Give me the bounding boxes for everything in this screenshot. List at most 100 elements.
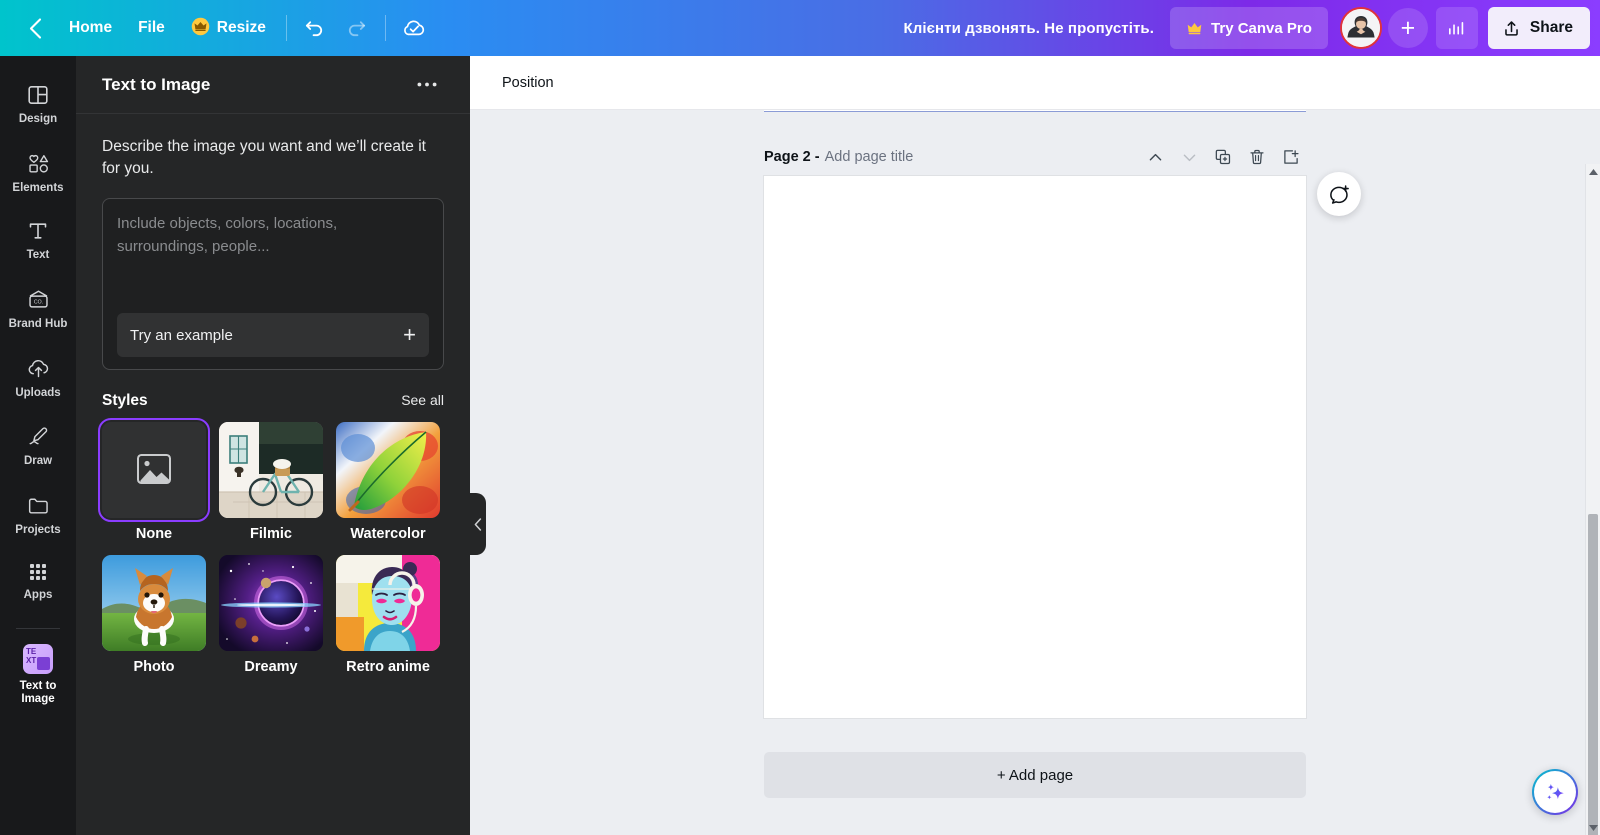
back-button[interactable] — [14, 7, 56, 49]
sidebar-item-draw[interactable]: Draw — [2, 415, 74, 475]
scroll-down-button[interactable] — [1586, 820, 1600, 835]
text-to-image-panel: Text to Image Describe the image you wan… — [76, 56, 470, 835]
scroll-up-button[interactable] — [1586, 164, 1600, 179]
chevron-up-icon — [1149, 153, 1161, 160]
share-label: Share — [1529, 19, 1573, 36]
try-an-example-label: Try an example — [130, 326, 233, 344]
corgi-grass-photo — [102, 555, 206, 652]
file-menu-button[interactable]: File — [125, 8, 178, 48]
scrollbar-thumb[interactable] — [1588, 514, 1598, 835]
style-thumb-none — [98, 418, 210, 522]
add-page-icon — [1284, 150, 1299, 164]
resize-button[interactable]: Resize — [178, 8, 279, 48]
home-button[interactable]: Home — [56, 8, 125, 48]
try-canva-pro-button[interactable]: Try Canva Pro — [1170, 7, 1328, 49]
style-option-dreamy[interactable]: Dreamy — [219, 555, 323, 676]
sidebar-item-elements[interactable]: Elements — [2, 142, 74, 202]
svg-text:CO.: CO. — [33, 299, 42, 305]
caret-up-icon — [1588, 168, 1598, 175]
text-t-icon — [29, 223, 47, 239]
move-page-up-button[interactable] — [1140, 142, 1170, 172]
invite-members-button[interactable]: + — [1387, 8, 1428, 48]
panel-description: Describe the image you want and we’ll cr… — [102, 138, 426, 177]
chevron-left-icon — [474, 517, 482, 531]
canvas-scroll-area[interactable]: Page 2 - Add page title + Add page — [470, 110, 1600, 835]
sidebar-item-uploads[interactable]: Uploads — [2, 347, 74, 407]
text-to-image-icon-t1: TE — [26, 647, 37, 657]
move-page-down-button[interactable] — [1174, 142, 1204, 172]
editor-body: Design Elements Text CO. Brand Hub Uploa… — [0, 56, 1600, 835]
styles-see-all-button[interactable]: See all — [401, 392, 444, 408]
prompt-box[interactable]: Include objects, colors, locations, surr… — [102, 198, 444, 370]
sidebar-item-apps[interactable]: Apps — [2, 552, 74, 609]
file-label: File — [138, 19, 165, 36]
styles-title: Styles — [102, 392, 148, 409]
share-button[interactable]: Share — [1487, 7, 1590, 49]
trash-icon — [1250, 149, 1264, 165]
brand-hub-icon: CO. — [28, 290, 48, 308]
sidebar-item-text-to-image[interactable]: TE XT Text to Image — [2, 635, 74, 712]
panel-header: Text to Image — [76, 56, 470, 114]
sidebar-item-text[interactable]: Text — [2, 210, 74, 269]
canvas-scrollbar[interactable] — [1585, 164, 1600, 835]
plus-icon: + — [1400, 13, 1416, 42]
style-option-watercolor[interactable]: Watercolor — [336, 422, 440, 543]
editor-area: Position Page 2 - Add page title + Add p… — [470, 56, 1600, 835]
undo-button[interactable] — [294, 7, 336, 49]
crown-icon — [1187, 22, 1202, 34]
style-option-photo[interactable]: Photo — [102, 555, 206, 676]
upload-cloud-icon — [28, 359, 48, 377]
design-layout-icon — [28, 85, 48, 104]
style-label: Filmic — [250, 526, 292, 542]
delete-page-button[interactable] — [1242, 142, 1272, 172]
sidebar-item-design[interactable]: Design — [2, 74, 74, 133]
try-canva-pro-label: Try Canva Pro — [1211, 19, 1312, 37]
duplicate-page-button[interactable] — [1208, 142, 1238, 172]
placeholder-image-icon — [102, 422, 206, 518]
prompt-input[interactable]: Include objects, colors, locations, surr… — [117, 213, 429, 313]
style-thumb-dreamy — [219, 555, 323, 652]
home-label: Home — [69, 19, 113, 36]
leaf-watercolor — [336, 422, 440, 518]
sidebar-item-label: Apps — [23, 589, 53, 602]
left-rail: Design Elements Text CO. Brand Hub Uploa… — [0, 56, 76, 835]
page-canvas[interactable] — [764, 176, 1306, 718]
ai-assistant-button[interactable] — [1532, 769, 1578, 815]
more-horizontal-icon — [417, 82, 437, 87]
try-an-example-button[interactable]: Try an example + — [117, 313, 429, 357]
sidebar-item-label: Elements — [12, 181, 64, 194]
position-button[interactable]: Position — [490, 65, 566, 101]
style-option-filmic[interactable]: Filmic — [219, 422, 323, 543]
previous-page-edge — [764, 110, 1306, 112]
panel-more-button[interactable] — [410, 68, 444, 102]
redo-button[interactable] — [336, 7, 378, 49]
folder-icon — [28, 498, 48, 514]
elements-shapes-icon — [28, 154, 48, 173]
style-thumb-photo — [102, 555, 206, 652]
sidebar-item-label: Design — [18, 113, 58, 125]
avatar[interactable] — [1339, 7, 1382, 49]
bicycle-wall-photo — [219, 422, 323, 518]
collapse-panel-button[interactable] — [470, 493, 486, 555]
panel-body: Describe the image you want and we’ll cr… — [76, 114, 470, 835]
page-title-input[interactable]: Add page title — [825, 149, 914, 165]
saved-to-cloud-button[interactable] — [393, 7, 435, 49]
style-label: Dreamy — [244, 659, 298, 676]
insights-button[interactable] — [1435, 7, 1478, 49]
style-option-none[interactable]: None — [98, 418, 210, 543]
avatar-photo-icon — [1341, 9, 1380, 47]
space-planet-art — [219, 555, 323, 652]
style-option-retro-anime[interactable]: Retro anime — [336, 555, 440, 676]
duplicate-icon — [1215, 149, 1231, 165]
add-comment-button[interactable] — [1317, 172, 1361, 216]
sidebar-item-brand-hub[interactable]: CO. Brand Hub — [2, 278, 74, 338]
plus-icon: + — [403, 322, 416, 347]
add-page-button[interactable] — [1276, 142, 1306, 172]
add-page-wide-button[interactable]: + Add page — [764, 752, 1306, 798]
canva-editor-window: Home File Resize Клієнти дзвонять. Не пр… — [0, 0, 1600, 835]
grid-apps-icon — [30, 564, 46, 581]
canvas-inner: Page 2 - Add page title + Add page — [470, 110, 1600, 835]
sidebar-item-projects[interactable]: Projects — [2, 484, 74, 544]
style-label: Photo — [133, 659, 175, 676]
share-upload-icon — [1505, 20, 1518, 36]
